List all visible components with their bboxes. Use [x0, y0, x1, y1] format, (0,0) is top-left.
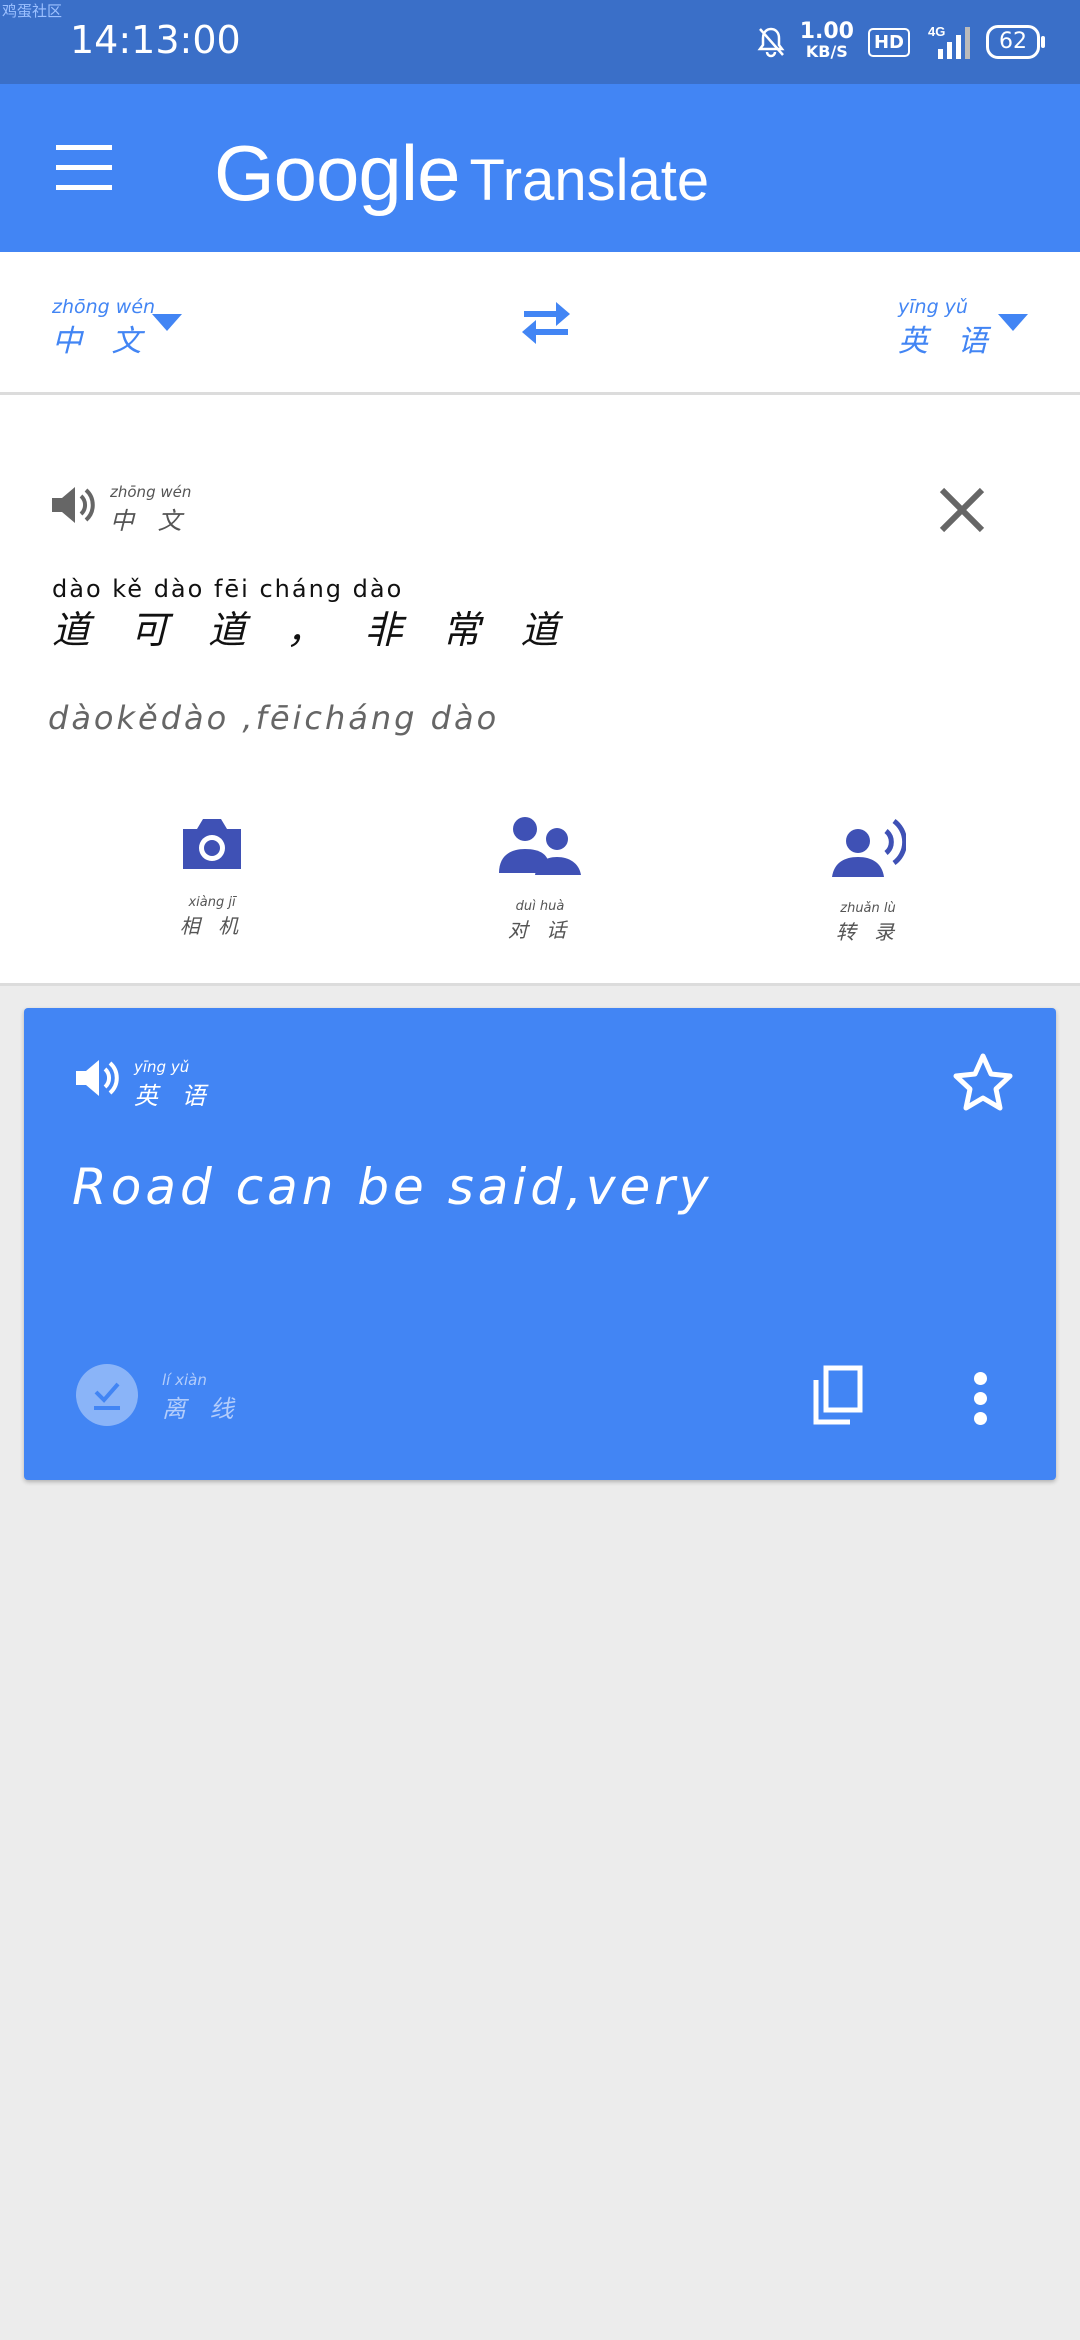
battery-icon: 62 [986, 25, 1045, 59]
source-language-label: 中 文 [52, 324, 152, 359]
camera-icon [183, 819, 241, 869]
swap-languages-icon[interactable] [516, 298, 576, 348]
status-bar: 鸡蛋社区 14:13:00 1.00 KB/S HD 4G 62 [0, 0, 1080, 84]
source-language-tag: zhōng wén 中 文 [110, 483, 192, 535]
input-panel[interactable]: zhōng wén 中 文 dào kě dào fēi cháng dào 道… [0, 395, 1080, 986]
target-language-tag: yīng yǔ 英 语 [134, 1058, 214, 1110]
source-dropdown-icon[interactable] [152, 314, 182, 331]
watermark: 鸡蛋社区 [2, 2, 63, 20]
translation-text[interactable]: Road can be said,very [72, 1158, 712, 1216]
logo-translate: Translate [469, 148, 710, 213]
menu-icon[interactable] [56, 145, 112, 191]
signal-icon: 4G [928, 24, 970, 59]
target-language-label: 英 语 [898, 324, 998, 359]
star-icon[interactable] [952, 1052, 1014, 1112]
status-icons: 1.00 KB/S HD 4G 62 [756, 16, 1045, 68]
app-logo: Google Translate [214, 128, 709, 219]
camera-button[interactable]: xiàng jī 相 机 [112, 815, 312, 939]
logo-google: Google [214, 129, 461, 217]
bell-off-icon [757, 27, 785, 58]
target-dropdown-icon[interactable] [998, 314, 1028, 331]
net-speed: 1.00 KB/S [799, 19, 854, 62]
romanization: dàokědào ,fēicháng dào [48, 699, 500, 737]
conversation-icon [499, 817, 581, 875]
transcribe-button[interactable]: zhuǎn lù 转 录 [768, 815, 968, 945]
target-language-selector[interactable]: yīng yǔ 英 语 [898, 296, 998, 360]
offline-label: lí xiàn 离 线 [162, 1371, 242, 1423]
conversation-button[interactable]: duì huà 对 话 [440, 815, 640, 943]
translation-card[interactable]: yīng yǔ 英 语 Road can be said,very lí xià… [24, 1008, 1056, 1480]
speaker-icon[interactable] [48, 481, 96, 529]
transcribe-icon [832, 818, 906, 877]
source-language-pinyin: zhōng wén [52, 296, 156, 318]
svg-text:4G: 4G [928, 24, 945, 39]
clear-input-icon[interactable] [934, 482, 990, 538]
offline-download-icon[interactable] [76, 1364, 138, 1426]
app-bar: Google Translate [0, 84, 1080, 252]
source-text-hanzi: 道 可 道 ， 非 常 道 [52, 608, 573, 652]
clock: 14:13:00 [70, 18, 241, 62]
result-speaker-icon[interactable] [72, 1054, 120, 1102]
more-options-icon[interactable] [974, 1372, 988, 1432]
source-language-selector[interactable]: zhōng wén 中 文 [52, 296, 155, 360]
copy-icon[interactable] [810, 1364, 866, 1426]
source-text[interactable]: dào kě dào fēi cháng dào 道 可 道 ， 非 常 道 [52, 575, 572, 654]
hd-badge: HD [867, 27, 910, 57]
target-language-pinyin: yīng yǔ [898, 296, 968, 318]
